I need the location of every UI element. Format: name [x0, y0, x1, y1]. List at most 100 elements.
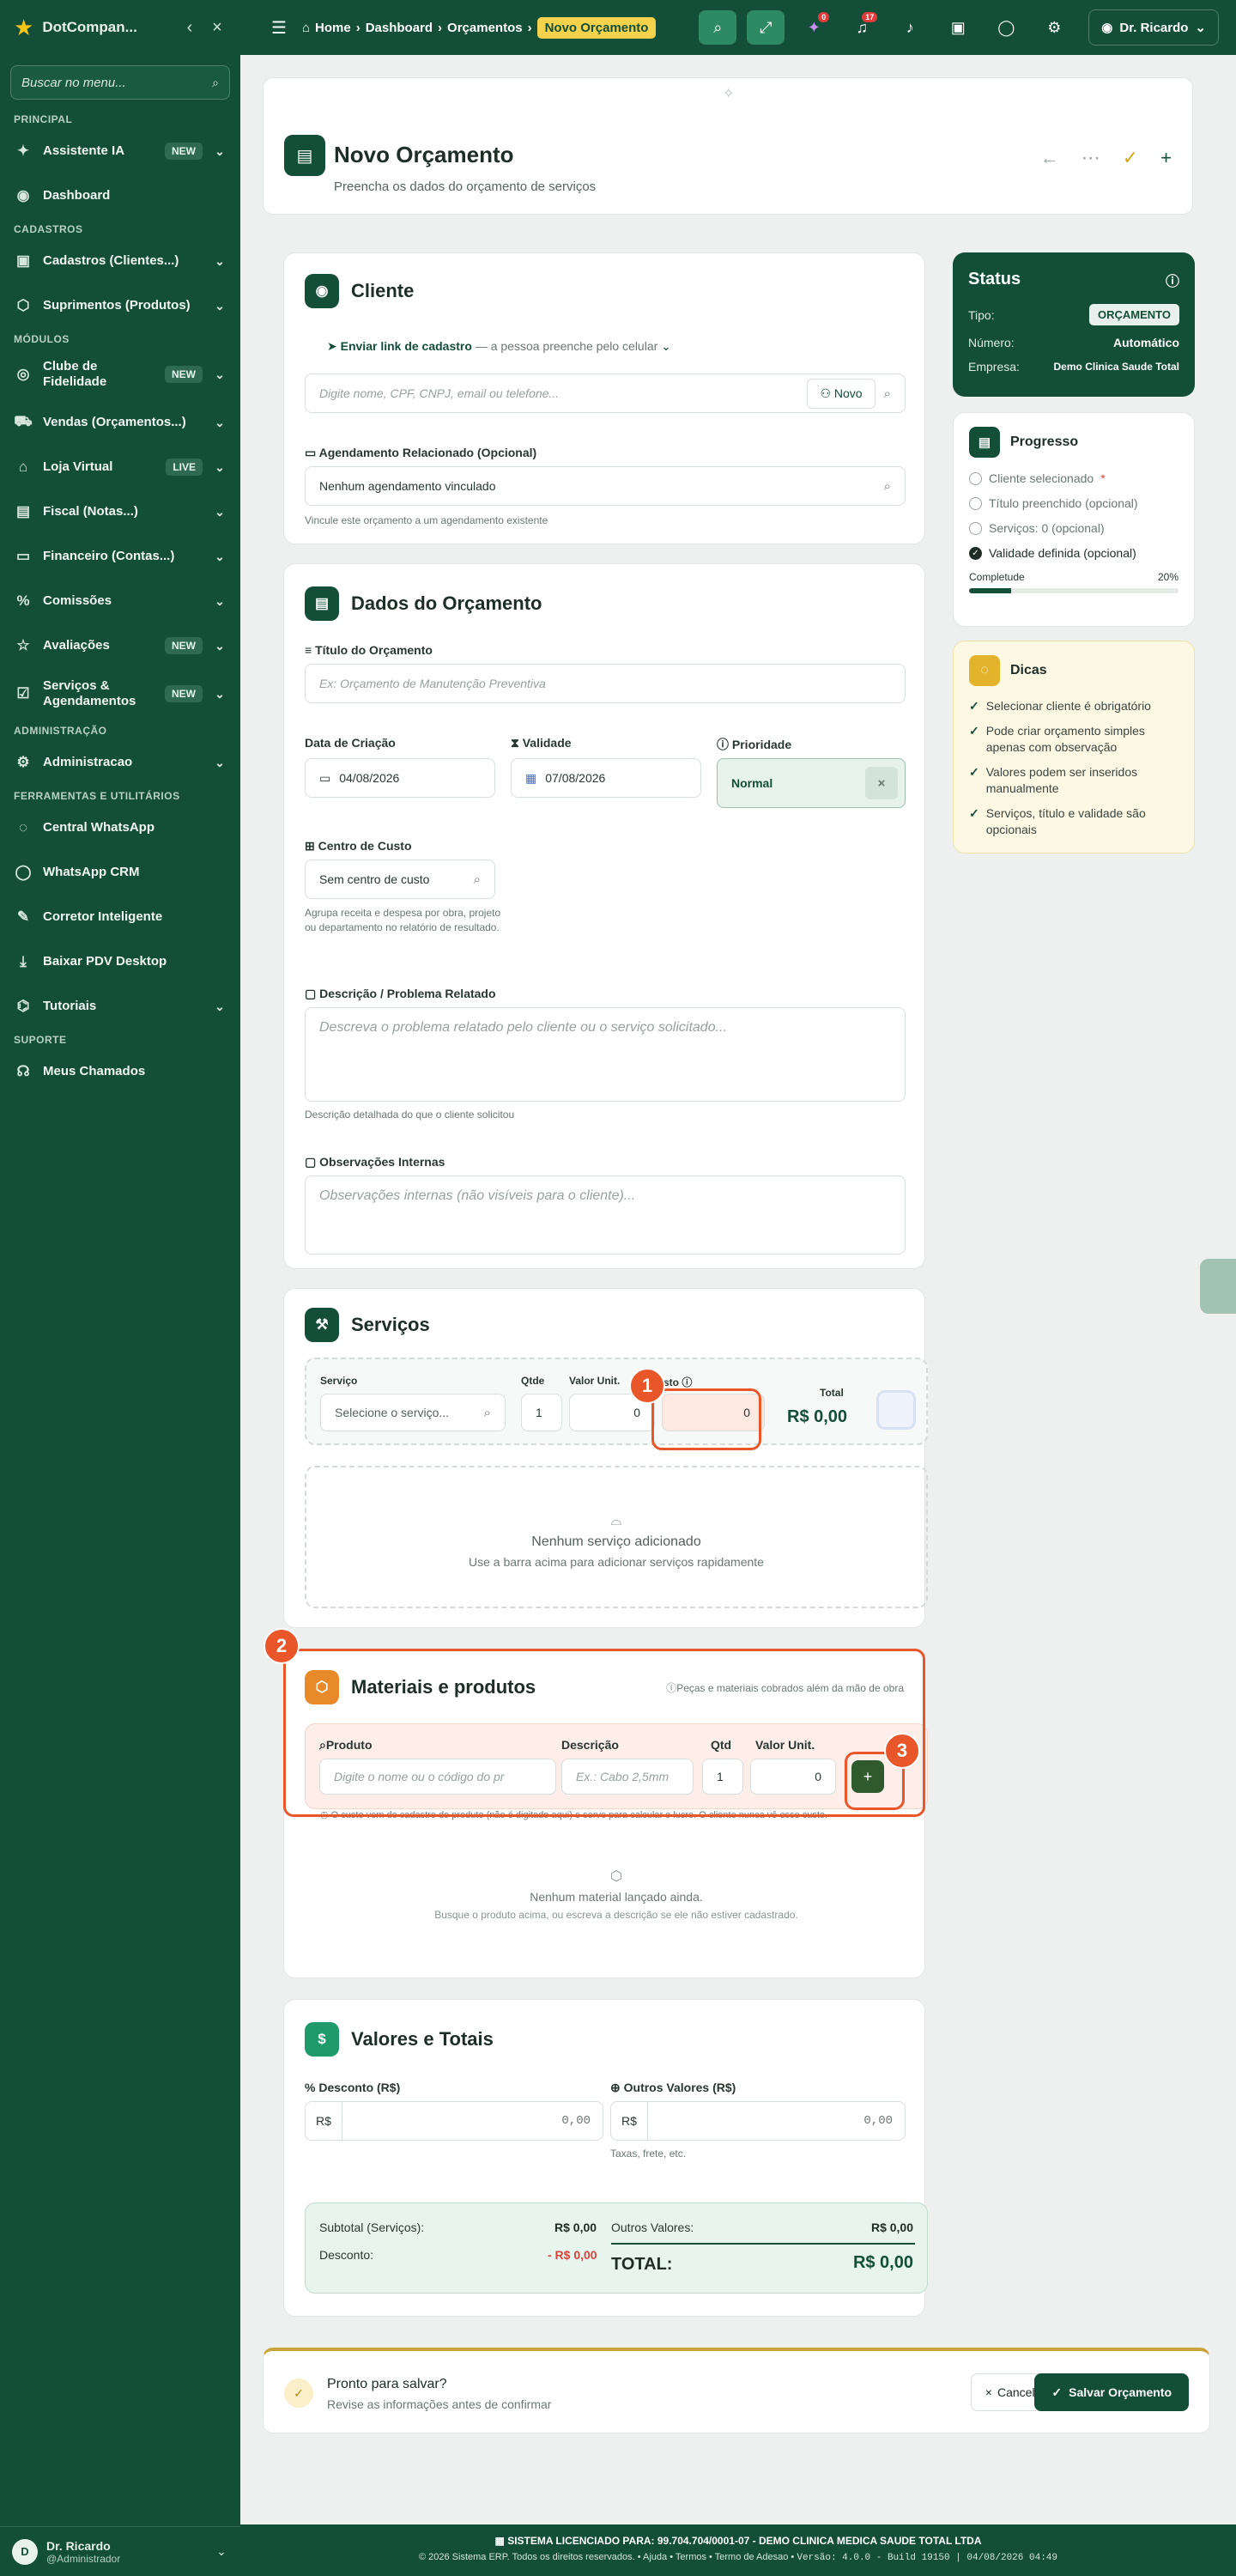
input-value: 1 [536, 1406, 542, 1419]
check-icon[interactable]: ✓ [1123, 147, 1138, 169]
plus-icon[interactable]: + [1160, 147, 1172, 169]
user-menu[interactable]: ◉ Dr. Ricardo ⌄ [1088, 9, 1219, 46]
card-title: Valores e Totais [351, 2028, 494, 2050]
send-link[interactable]: ➤ Enviar link de cadastro — a pessoa pre… [327, 339, 671, 354]
link-ajuda[interactable]: Ajuda [643, 2552, 667, 2562]
data-criacao-input[interactable]: ▭ 04/08/2026 [305, 758, 495, 798]
info-icon[interactable]: ⓘ [1166, 270, 1179, 290]
label-text: Centro de Custo [318, 839, 412, 853]
sidebar-item-admin[interactable]: ⚙ Administracao ⌄ [0, 740, 240, 785]
breadcrumb-home[interactable]: Home [315, 21, 351, 35]
chevron-down-icon: ⌄ [215, 143, 225, 158]
pin-icon[interactable]: ✧ [723, 85, 734, 102]
qtde-input[interactable]: 1 [521, 1394, 562, 1431]
notifications-button[interactable]: ♫ 17 [843, 10, 881, 45]
materiais-empty-state: ⬡ Nenhum material lançado ainda. Busque … [305, 1838, 928, 1959]
search-button[interactable]: ⌕ [699, 10, 737, 45]
sidebar-item-assistente[interactable]: ✦ Assistente IA NEW ⌄ [0, 129, 240, 173]
sidebar-item-pdv[interactable]: ⤓ Baixar PDV Desktop [0, 939, 240, 984]
sidebar-item-fiscal[interactable]: ▤ Fiscal (Notas...) ⌄ [0, 489, 240, 534]
sidebar-item-label: Serviços & Agendamentos [43, 678, 136, 708]
bell-icon: ♪ [906, 18, 914, 36]
total-label: TOTAL: [611, 2255, 673, 2274]
centro-custo-select[interactable]: Sem centro de custo ⌕ [305, 860, 495, 899]
sidebar-item-label: Avaliações [43, 638, 110, 653]
novo-cliente-button[interactable]: ⚇ Novo [807, 378, 876, 409]
sidebar-item-crm[interactable]: ◯ WhatsApp CRM [0, 850, 240, 895]
check-icon: ✓ [969, 699, 979, 713]
sidebar-item-dashboard[interactable]: ◉ Dashboard [0, 173, 240, 218]
alerts-button[interactable]: ♪ [891, 10, 929, 45]
subtotal-value: R$ 0,00 [554, 2221, 597, 2234]
sidebar-item-label: Meus Chamados [43, 1064, 146, 1078]
sidebar-user[interactable]: D Dr. Ricardo @Administrador ⌄ [0, 2526, 240, 2576]
clear-icon[interactable]: × [865, 767, 898, 799]
sidebar-item-comissoes[interactable]: % Comissões ⌄ [0, 579, 240, 623]
servico-select[interactable]: Selecione o serviço... ⌕ [320, 1394, 506, 1431]
card-title: Status [968, 270, 1021, 289]
sidebar-item-chamados[interactable]: ☊ Meus Chamados [0, 1049, 240, 1094]
gear-icon: ⚙ [1047, 18, 1062, 36]
close-icon[interactable]: × [208, 18, 227, 38]
circle-icon [969, 521, 982, 535]
card-title: Cliente [351, 280, 415, 301]
sidebar-item-suprimentos[interactable]: ⬡ Suprimentos (Produtos) ⌄ [0, 283, 240, 328]
sidebar-item-cadastros[interactable]: ▣ Cadastros (Clientes...) ⌄ [0, 239, 240, 283]
desconto-row-label: Desconto: [319, 2248, 374, 2262]
sidebar-item-tutoriais[interactable]: ⌬ Tutoriais ⌄ [0, 984, 240, 1029]
save-button[interactable]: ✓ Salvar Orçamento [1034, 2373, 1189, 2411]
desconto-label: % Desconto (R$) [305, 2081, 401, 2094]
user-role: @Administrador [46, 2552, 121, 2565]
validade-input[interactable]: ▦ 07/08/2026 [511, 758, 701, 798]
servicos-title: ⚒ Serviços [305, 1308, 430, 1342]
add-servico-button[interactable] [876, 1390, 916, 1430]
calendar-check-icon: ☑ [16, 685, 30, 702]
collapse-icon[interactable]: ‹ [180, 18, 199, 38]
chevron-down-icon: ⌄ [215, 686, 225, 701]
side-drawer-handle[interactable] [1200, 1259, 1236, 1314]
fullscreen-button[interactable]: ⤢ [747, 10, 785, 45]
sidebar-item-vendas[interactable]: ⛟ Vendas (Orçamentos...) ⌄ [0, 400, 240, 445]
empty-icon: ⌓ [610, 1514, 622, 1528]
license-links: © 2026 Sistema ERP. Todos os direitos re… [418, 2552, 1057, 2563]
agendamento-hint: Vincule este orçamento a um agendamento … [305, 514, 548, 526]
sidebar-item-financeiro[interactable]: ▭ Financeiro (Contas...) ⌄ [0, 534, 240, 579]
ai-button[interactable]: ✦ 0 [795, 10, 833, 45]
card-title: Dados do Orçamento [351, 592, 542, 614]
copyright: © 2026 Sistema ERP. Todos os direitos re… [418, 2552, 635, 2562]
home-icon[interactable]: ⌂ [302, 21, 310, 35]
agendamento-select[interactable]: Nenhum agendamento vinculado ⌕ [305, 466, 906, 506]
sidebar-item-whatsapp[interactable]: ◌ Central WhatsApp [0, 805, 240, 850]
document-icon: ▤ [284, 135, 325, 176]
sidebar-item-corretor[interactable]: ✎ Corretor Inteligente [0, 895, 240, 939]
whatsapp-button[interactable]: ◯ [987, 10, 1025, 45]
link-adesao[interactable]: Termo de Adesao [715, 2552, 789, 2562]
link-termos[interactable]: Termos [676, 2552, 706, 2562]
outros-row-label: Outros Valores: [611, 2221, 694, 2234]
sidebar-item-label: Cadastros (Clientes...) [43, 253, 179, 268]
desconto-input[interactable]: R$ 0,00 [305, 2101, 603, 2141]
devices-button[interactable]: ▣ [939, 10, 977, 45]
sidebar-item-avaliacoes[interactable]: ☆ Avaliações NEW ⌄ [0, 623, 240, 668]
sidebar-search-input[interactable] [21, 75, 213, 90]
settings-button[interactable]: ⚙ [1035, 10, 1073, 45]
sidebar-item-servicos[interactable]: ☑ Serviços & Agendamentos NEW ⌄ [0, 668, 240, 720]
back-arrow-icon[interactable]: ← [1040, 147, 1059, 169]
sidebar-item-loja[interactable]: ⌂ Loja Virtual LIVE ⌄ [0, 445, 240, 489]
more-icon[interactable]: ⋯ [1082, 147, 1100, 169]
calendar-icon: ▭ [319, 770, 331, 785]
sidebar-search[interactable]: ⌕ [10, 65, 230, 100]
obs-textarea[interactable]: Observações internas (não visíveis para … [305, 1176, 906, 1255]
prioridade-select[interactable]: Normal × [717, 758, 906, 808]
search-icon[interactable]: ⌕ [884, 386, 891, 401]
label-text: Título do Orçamento [315, 643, 433, 657]
sidebar-item-fidelidade[interactable]: ◎ Clube de Fidelidade NEW ⌄ [0, 349, 240, 400]
menu-icon[interactable]: ☰ [271, 17, 287, 39]
breadcrumb-dashboard[interactable]: Dashboard [366, 21, 433, 35]
titulo-input[interactable]: Ex: Orçamento de Manutenção Preventiva [305, 664, 906, 703]
descricao-textarea[interactable]: Descreva o problema relatado pelo client… [305, 1007, 906, 1102]
breadcrumb-orcamentos[interactable]: Orçamentos [447, 21, 523, 35]
outros-input[interactable]: R$ 0,00 [610, 2101, 906, 2141]
cliente-search-input[interactable]: Digite nome, CPF, CNPJ, email ou telefon… [305, 374, 906, 413]
callout-highlight-custo [651, 1388, 761, 1450]
